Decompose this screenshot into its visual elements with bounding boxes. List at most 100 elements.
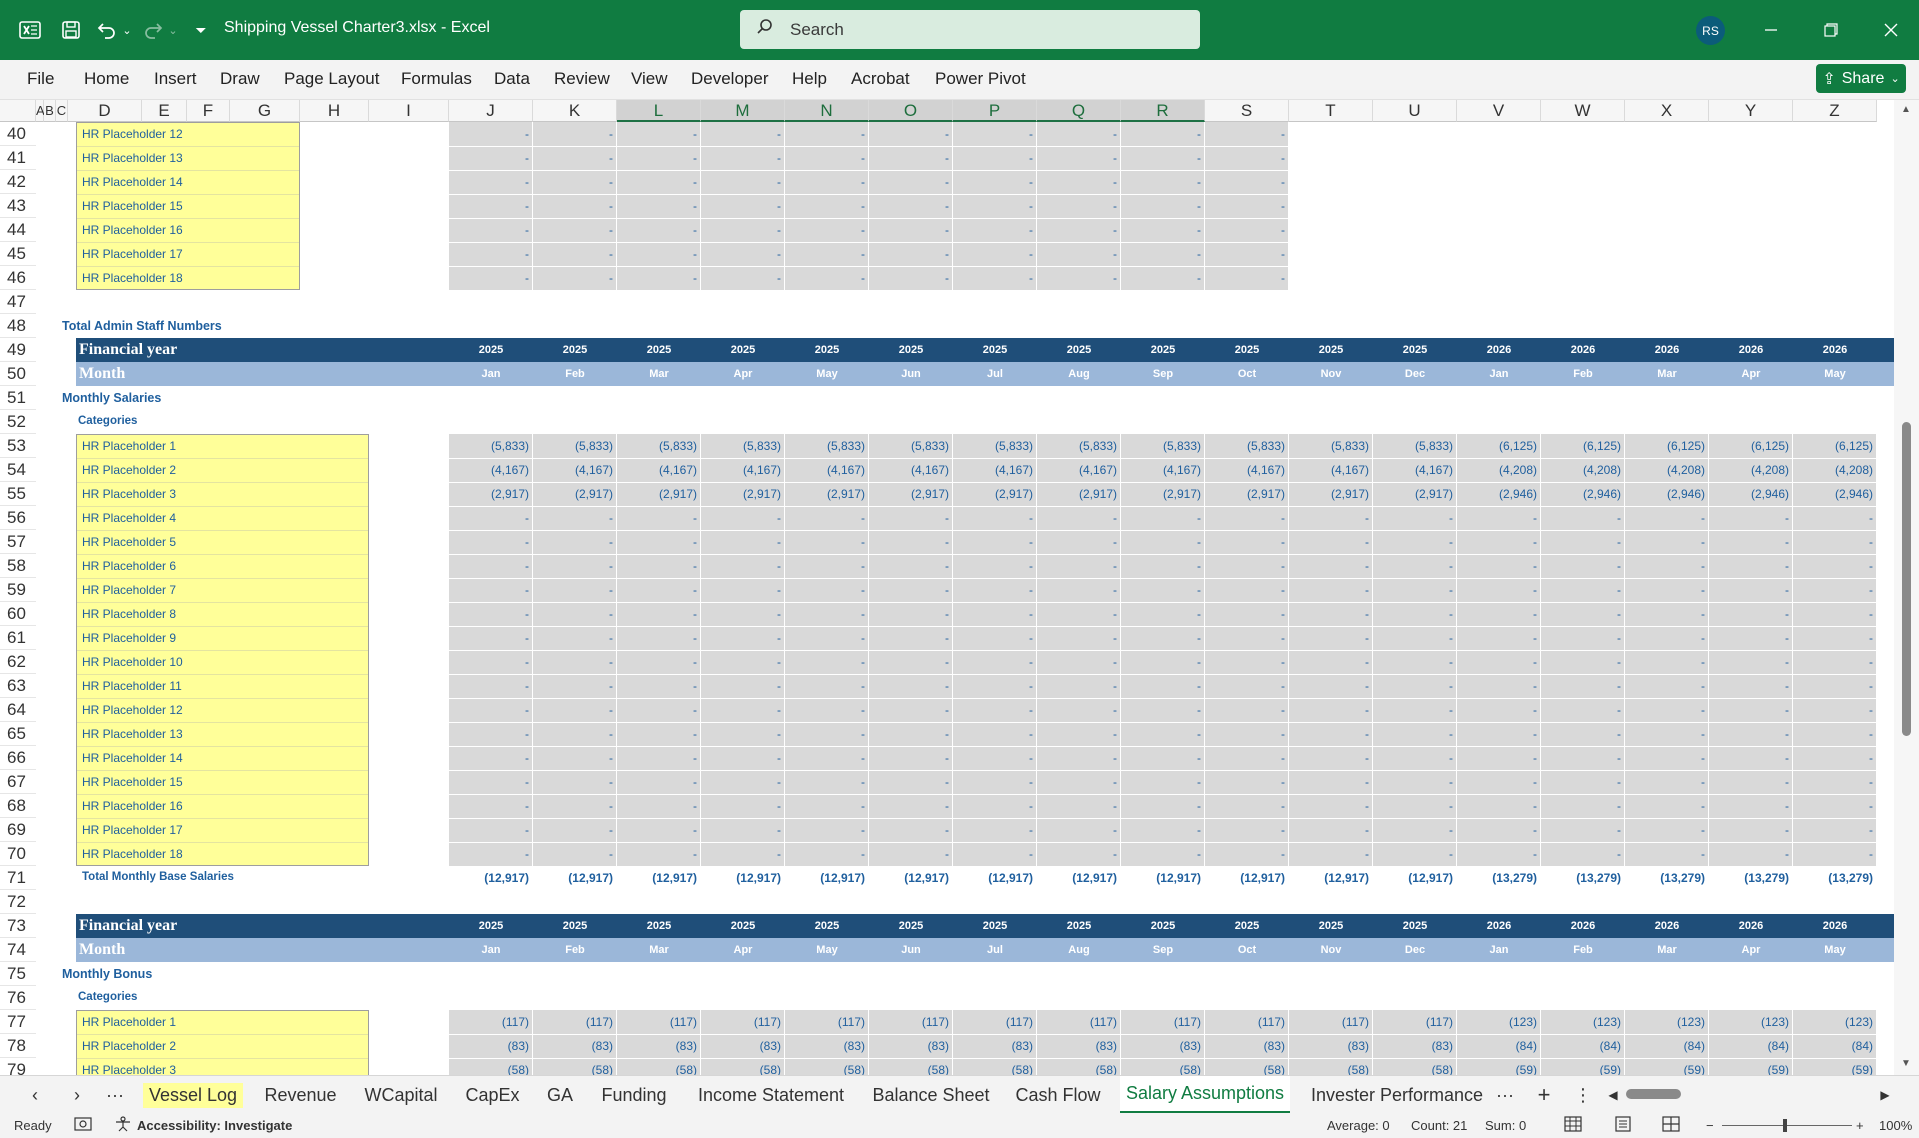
row-header-50[interactable]: 50 (0, 362, 36, 386)
category-label[interactable]: HR Placeholder 17 (82, 823, 183, 837)
tab-vessel-log[interactable]: Vessel Log (138, 1076, 248, 1114)
category-label[interactable]: HR Placeholder 15 (82, 199, 183, 213)
column-header-l[interactable]: L (617, 100, 701, 122)
row-header-47[interactable]: 47 (0, 290, 36, 314)
column-header-g[interactable]: G (230, 100, 300, 122)
category-label[interactable]: HR Placeholder 13 (82, 151, 183, 165)
column-header-v[interactable]: V (1457, 100, 1541, 122)
row-header-45[interactable]: 45 (0, 242, 36, 266)
row-header-40[interactable]: 40 (0, 122, 36, 146)
column-header-x[interactable]: X (1625, 100, 1709, 122)
hscroll-left-icon[interactable]: ◀ (1604, 1076, 1622, 1114)
menu-view[interactable]: View (631, 69, 668, 89)
tab-cash-flow[interactable]: Cash Flow (1006, 1076, 1110, 1114)
column-header-r[interactable]: R (1121, 100, 1205, 122)
row-header-66[interactable]: 66 (0, 746, 36, 770)
category-label[interactable]: HR Placeholder 3 (82, 1063, 176, 1075)
category-label[interactable]: HR Placeholder 16 (82, 223, 183, 237)
page-break-view-icon[interactable] (1662, 1116, 1680, 1135)
column-header-i[interactable]: I (369, 100, 449, 122)
zoom-in-icon[interactable]: + (1856, 1118, 1864, 1133)
zoom-out-icon[interactable]: − (1706, 1118, 1714, 1133)
category-label[interactable]: HR Placeholder 2 (82, 463, 176, 477)
customize-toolbar-icon[interactable]: ⏷ (190, 0, 212, 60)
row-header-41[interactable]: 41 (0, 146, 36, 170)
row-header-74[interactable]: 74 (0, 938, 36, 962)
tab-ga[interactable]: GA (536, 1076, 584, 1114)
scroll-down-icon[interactable]: ▼ (1901, 1058, 1911, 1069)
row-header-52[interactable]: 52 (0, 410, 36, 434)
category-label[interactable]: HR Placeholder 10 (82, 655, 183, 669)
category-label[interactable]: HR Placeholder 2 (82, 1039, 176, 1053)
row-header-75[interactable]: 75 (0, 962, 36, 986)
tab-revenue[interactable]: Revenue (253, 1076, 348, 1114)
menu-power-pivot[interactable]: Power Pivot (935, 69, 1026, 89)
row-header-63[interactable]: 63 (0, 674, 36, 698)
undo-dropdown-icon[interactable]: ⌄ (120, 0, 134, 60)
column-header-a[interactable]: A (36, 100, 45, 122)
hscroll-right-icon[interactable]: ▶ (1876, 1076, 1894, 1114)
close-icon[interactable] (1866, 0, 1916, 60)
column-header-h[interactable]: H (300, 100, 369, 122)
column-header-f[interactable]: F (187, 100, 230, 122)
column-header-j[interactable]: J (449, 100, 533, 122)
redo-dropdown-icon[interactable]: ⌄ (166, 0, 180, 60)
add-sheet-icon[interactable]: + (1528, 1076, 1560, 1114)
row-header-68[interactable]: 68 (0, 794, 36, 818)
tab-scroll-left-icon[interactable]: ‹ (24, 1076, 46, 1114)
menu-insert[interactable]: Insert (154, 69, 197, 89)
row-header-69[interactable]: 69 (0, 818, 36, 842)
category-label[interactable]: HR Placeholder 12 (82, 703, 183, 717)
category-label[interactable]: HR Placeholder 6 (82, 559, 176, 573)
tab-wcapital[interactable]: WCapital (354, 1076, 448, 1114)
row-header-54[interactable]: 54 (0, 458, 36, 482)
category-label[interactable]: HR Placeholder 13 (82, 727, 183, 741)
zoom-slider-thumb[interactable] (1783, 1119, 1787, 1132)
share-button[interactable]: ⇪ Share ⌄ (1816, 64, 1906, 93)
menu-draw[interactable]: Draw (220, 69, 260, 89)
category-label[interactable]: HR Placeholder 15 (82, 775, 183, 789)
column-header-t[interactable]: T (1289, 100, 1373, 122)
category-label[interactable]: HR Placeholder 14 (82, 751, 183, 765)
menu-page-layout[interactable]: Page Layout (284, 69, 379, 89)
row-header-51[interactable]: 51 (0, 386, 36, 410)
row-header-65[interactable]: 65 (0, 722, 36, 746)
page-layout-view-icon[interactable] (1614, 1116, 1632, 1135)
category-label[interactable]: HR Placeholder 11 (82, 679, 182, 693)
accessibility-icon[interactable] (114, 1116, 132, 1135)
row-header-56[interactable]: 56 (0, 506, 36, 530)
redo-icon[interactable] (140, 0, 166, 60)
row-header-49[interactable]: 49 (0, 338, 36, 362)
undo-icon[interactable] (94, 0, 120, 60)
row-header-61[interactable]: 61 (0, 626, 36, 650)
category-label[interactable]: HR Placeholder 7 (82, 583, 176, 597)
restore-icon[interactable] (1806, 0, 1856, 60)
row-header-57[interactable]: 57 (0, 530, 36, 554)
column-header-k[interactable]: K (533, 100, 617, 122)
tab-capex[interactable]: CapEx (455, 1076, 530, 1114)
row-header-78[interactable]: 78 (0, 1034, 36, 1058)
menu-formulas[interactable]: Formulas (401, 69, 472, 89)
column-header-w[interactable]: W (1541, 100, 1625, 122)
more-tabs-icon[interactable]: ··· (1490, 1076, 1520, 1114)
category-label[interactable]: HR Placeholder 1 (82, 1015, 176, 1029)
column-header-y[interactable]: Y (1709, 100, 1793, 122)
column-header-z[interactable]: Z (1793, 100, 1877, 122)
row-header-64[interactable]: 64 (0, 698, 36, 722)
category-label[interactable]: HR Placeholder 14 (82, 175, 183, 189)
menu-developer[interactable]: Developer (691, 69, 769, 89)
zoom-slider[interactable] (1722, 1125, 1852, 1126)
tab-salary-assumptions[interactable]: Salary Assumptions (1120, 1076, 1290, 1114)
tab-scroll-right-icon[interactable]: › (66, 1076, 88, 1114)
row-header-73[interactable]: 73 (0, 914, 36, 938)
category-label[interactable]: HR Placeholder 16 (82, 799, 183, 813)
row-header-76[interactable]: 76 (0, 986, 36, 1010)
row-header-77[interactable]: 77 (0, 1010, 36, 1034)
column-header-p[interactable]: P (953, 100, 1037, 122)
row-header-60[interactable]: 60 (0, 602, 36, 626)
category-label[interactable]: HR Placeholder 18 (82, 847, 183, 861)
category-label[interactable]: HR Placeholder 8 (82, 607, 176, 621)
row-header-55[interactable]: 55 (0, 482, 36, 506)
normal-view-icon[interactable] (1564, 1116, 1582, 1135)
horizontal-scroll-thumb[interactable] (1626, 1089, 1681, 1099)
